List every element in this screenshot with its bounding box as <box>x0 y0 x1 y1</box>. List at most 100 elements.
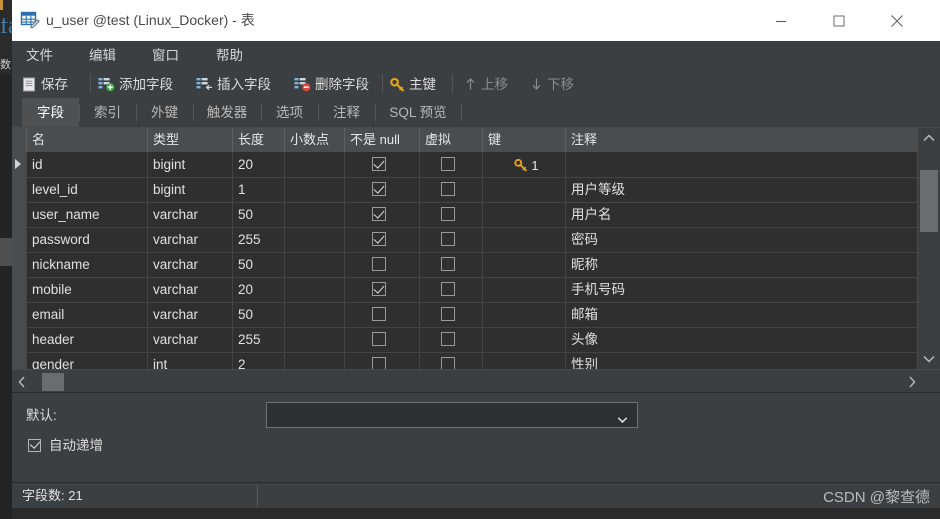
cell-field-name[interactable]: user_name <box>26 202 147 227</box>
add-field-button[interactable]: 添加字段 <box>98 73 173 94</box>
close-button[interactable] <box>874 0 920 41</box>
maximize-button[interactable] <box>816 0 862 41</box>
not-null-cell[interactable] <box>344 152 419 177</box>
cell-field-comment[interactable]: 用户名 <box>565 202 918 227</box>
column-divider[interactable] <box>344 128 345 152</box>
column-divider[interactable] <box>482 128 483 152</box>
column-header-type[interactable]: 类型 <box>147 128 232 152</box>
table-row[interactable]: level_id bigint 1 用户等级 <box>12 177 918 203</box>
virtual-cell[interactable] <box>419 152 482 177</box>
scroll-thumb[interactable] <box>920 170 938 232</box>
cell-field-comment[interactable]: 邮箱 <box>565 302 918 327</box>
virtual-cell[interactable] <box>419 177 482 202</box>
cell-field-type[interactable]: varchar <box>147 202 232 227</box>
table-row[interactable]: header varchar 255 头像 <box>12 327 918 353</box>
cell-field-comment[interactable]: 用户等级 <box>565 177 918 202</box>
menu-item-help[interactable]: 帮助 <box>216 46 243 65</box>
cell-field-comment[interactable]: 性别 <box>565 352 918 369</box>
virtual-cell[interactable] <box>419 252 482 277</box>
cell-field-length[interactable]: 255 <box>232 327 284 352</box>
tab-fields[interactable]: 字段 <box>22 98 79 127</box>
column-divider[interactable] <box>26 128 27 152</box>
row-gutter[interactable] <box>12 327 27 352</box>
cell-field-length[interactable]: 255 <box>232 227 284 252</box>
cell-field-comment[interactable]: 昵称 <box>565 252 918 277</box>
row-gutter[interactable] <box>12 177 27 202</box>
not-null-cell[interactable] <box>344 252 419 277</box>
save-button[interactable]: 保存 <box>22 73 68 94</box>
virtual-cell[interactable] <box>419 277 482 302</box>
virtual-checkbox[interactable] <box>441 307 455 321</box>
cell-field-decimals[interactable] <box>284 152 344 177</box>
cell-field-name[interactable]: gender <box>26 352 147 369</box>
table-row[interactable]: email varchar 50 邮箱 <box>12 302 918 328</box>
not-null-checkbox[interactable] <box>372 207 386 221</box>
delete-field-button[interactable]: 删除字段 <box>294 73 369 94</box>
cell-field-length[interactable]: 50 <box>232 302 284 327</box>
not-null-checkbox[interactable] <box>372 282 386 296</box>
row-gutter[interactable] <box>12 202 27 227</box>
cell-field-comment[interactable]: 密码 <box>565 227 918 252</box>
column-header-decimals[interactable]: 小数点 <box>284 128 344 152</box>
not-null-cell[interactable] <box>344 202 419 227</box>
column-divider[interactable] <box>284 128 285 152</box>
cell-field-type[interactable]: varchar <box>147 327 232 352</box>
row-gutter[interactable] <box>12 152 27 177</box>
table-row[interactable]: gender int 2 性别 <box>12 352 918 369</box>
column-divider[interactable] <box>565 128 566 152</box>
not-null-checkbox[interactable] <box>372 257 386 271</box>
tab-comment[interactable]: 注释 <box>318 98 375 127</box>
cell-field-key[interactable] <box>482 227 565 252</box>
virtual-cell[interactable] <box>419 352 482 369</box>
not-null-checkbox[interactable] <box>372 307 386 321</box>
column-divider[interactable] <box>419 128 420 152</box>
menu-item-window[interactable]: 窗口 <box>152 46 179 65</box>
cell-field-type[interactable]: varchar <box>147 302 232 327</box>
tab-sql-preview[interactable]: SQL 预览 <box>375 98 461 127</box>
auto-increment-checkbox[interactable]: 自动递增 <box>28 437 103 455</box>
cell-field-decimals[interactable] <box>284 252 344 277</box>
scroll-up-button[interactable] <box>918 128 940 148</box>
cell-field-decimals[interactable] <box>284 302 344 327</box>
cell-field-decimals[interactable] <box>284 227 344 252</box>
tab-options[interactable]: 选项 <box>261 98 318 127</box>
table-row[interactable]: nickname varchar 50 昵称 <box>12 252 918 278</box>
grid-vertical-scrollbar[interactable] <box>917 128 940 369</box>
cell-field-decimals[interactable] <box>284 277 344 302</box>
row-gutter[interactable] <box>12 277 27 302</box>
virtual-checkbox[interactable] <box>441 257 455 271</box>
cell-field-length[interactable]: 1 <box>232 177 284 202</box>
cell-field-comment[interactable] <box>565 152 918 177</box>
virtual-checkbox[interactable] <box>441 332 455 346</box>
cell-field-length[interactable]: 20 <box>232 152 284 177</box>
row-gutter[interactable] <box>12 352 27 369</box>
cell-field-key[interactable] <box>482 202 565 227</box>
table-row[interactable]: id bigint 20 1 <box>12 152 918 178</box>
insert-field-button[interactable]: 插入字段 <box>196 73 271 94</box>
cell-field-length[interactable]: 50 <box>232 252 284 277</box>
cell-field-comment[interactable]: 头像 <box>565 327 918 352</box>
not-null-cell[interactable] <box>344 327 419 352</box>
move-down-button[interactable]: 下移 <box>530 73 574 94</box>
virtual-cell[interactable] <box>419 302 482 327</box>
scroll-thumb-horizontal[interactable] <box>42 373 64 391</box>
not-null-checkbox[interactable] <box>372 157 386 171</box>
cell-field-name[interactable]: email <box>26 302 147 327</box>
column-header-key[interactable]: 键 <box>482 128 565 152</box>
not-null-cell[interactable] <box>344 177 419 202</box>
scroll-right-button[interactable] <box>902 370 922 394</box>
cell-field-type[interactable]: bigint <box>147 177 232 202</box>
cell-field-decimals[interactable] <box>284 327 344 352</box>
cell-field-key[interactable] <box>482 327 565 352</box>
virtual-checkbox[interactable] <box>441 282 455 296</box>
menu-item-edit[interactable]: 编辑 <box>89 46 116 65</box>
cell-field-key[interactable] <box>482 352 565 369</box>
cell-field-comment[interactable]: 手机号码 <box>565 277 918 302</box>
virtual-cell[interactable] <box>419 327 482 352</box>
cell-field-type[interactable]: varchar <box>147 227 232 252</box>
virtual-checkbox[interactable] <box>441 157 455 171</box>
column-header-notnull[interactable]: 不是 null <box>344 128 419 152</box>
not-null-checkbox[interactable] <box>372 357 386 369</box>
virtual-cell[interactable] <box>419 227 482 252</box>
menu-item-file[interactable]: 文件 <box>26 46 53 65</box>
